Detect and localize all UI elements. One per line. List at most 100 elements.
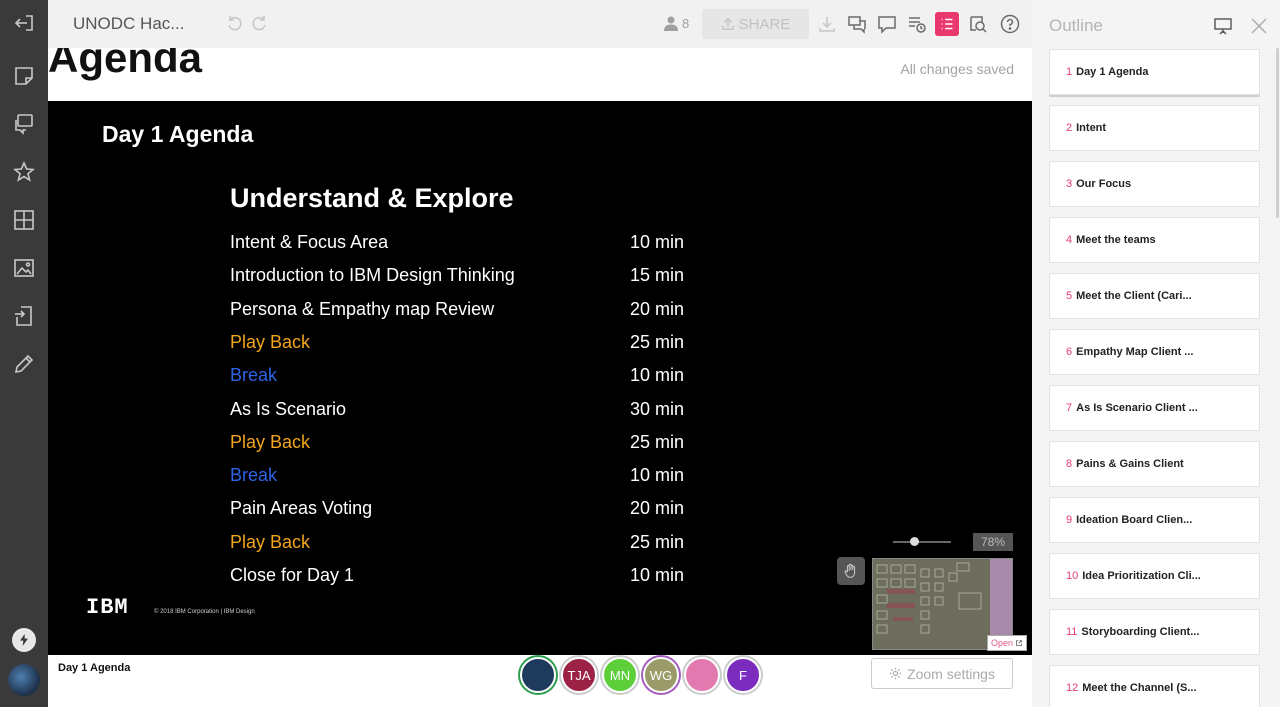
- zoom-slider-track[interactable]: [893, 541, 951, 543]
- agenda-row: Play Back 25 min: [230, 432, 690, 458]
- agenda-activity: Persona & Empathy map Review: [230, 298, 495, 319]
- comments-icon[interactable]: [875, 12, 899, 36]
- user-avatar[interactable]: [8, 664, 40, 696]
- outline-item-label: Pains & Gains Client: [1076, 458, 1184, 470]
- app-root: UNODC Hac... 8 SHARE Agenda All changes …: [0, 0, 1280, 707]
- templates-star-icon[interactable]: [0, 152, 48, 192]
- outline-title: Outline: [1049, 16, 1103, 35]
- agenda-row: Play Back 25 min: [230, 532, 690, 558]
- agenda-duration: 10 min: [630, 365, 685, 386]
- zoom-slider-handle[interactable]: [910, 537, 919, 546]
- sticky-note-icon[interactable]: [0, 56, 48, 96]
- outline-item[interactable]: 4 Meet the teams: [1049, 217, 1260, 263]
- help-icon[interactable]: [998, 12, 1022, 36]
- outline-item[interactable]: 12 Meet the Channel (S...: [1049, 665, 1260, 707]
- frames-grid-icon[interactable]: [0, 200, 48, 240]
- outline-item-number: 8: [1066, 458, 1073, 470]
- board-canvas[interactable]: Agenda All changes saved Day 1 Agenda Un…: [48, 48, 1032, 655]
- hand-pan-icon[interactable]: [837, 557, 865, 585]
- user-icon: [664, 16, 678, 31]
- online-users[interactable]: 8: [663, 15, 689, 31]
- minimap-preview: [876, 562, 982, 634]
- outline-scrollbar[interactable]: [1276, 48, 1279, 218]
- agenda-activity: Break: [230, 465, 278, 486]
- left-toolbar: [0, 0, 48, 707]
- redo-icon[interactable]: [247, 12, 271, 36]
- outline-panel: Outline 1 Day 1 Agenda 2 Intent 3 Our Focus 4 M…: [1032, 0, 1280, 707]
- collaborator-avatar[interactable]: [520, 657, 556, 693]
- comment-tool-icon[interactable]: [0, 104, 48, 144]
- image-upload-icon[interactable]: [0, 248, 48, 288]
- collaborator-avatar[interactable]: F: [725, 657, 761, 693]
- agenda-activity: Intent & Focus Area: [230, 232, 389, 252]
- chat-icon[interactable]: [845, 12, 869, 36]
- outline-item-label: Ideation Board Clien...: [1076, 514, 1193, 526]
- outline-item-label: Empathy Map Client ...: [1076, 346, 1194, 358]
- agenda-duration: 25 min: [630, 431, 685, 452]
- outline-item[interactable]: 3 Our Focus: [1049, 161, 1260, 207]
- share-button[interactable]: SHARE: [702, 9, 809, 39]
- activity-log-icon[interactable]: [905, 12, 929, 36]
- user-count-value: 8: [682, 15, 690, 31]
- outline-item[interactable]: 2 Intent: [1049, 105, 1260, 151]
- collaborator-avatar[interactable]: TJA: [561, 657, 597, 693]
- gear-icon: [889, 667, 902, 680]
- agenda-row: As Is Scenario 30 min: [230, 399, 690, 425]
- pen-icon[interactable]: [0, 344, 48, 384]
- outline-item-label: Day 1 Agenda: [1076, 66, 1149, 78]
- outline-item-number: 12: [1066, 682, 1079, 694]
- agenda-row: Introduction to IBM Design Thinking 15 mi…: [230, 265, 690, 291]
- download-icon[interactable]: [815, 12, 839, 36]
- outline-item[interactable]: 9 Ideation Board Clien...: [1049, 497, 1260, 543]
- presentation-icon[interactable]: [1213, 16, 1233, 36]
- outline-item[interactable]: 1 Day 1 Agenda: [1049, 49, 1260, 95]
- outline-item-label: Our Focus: [1076, 178, 1132, 190]
- outline-item-number: 11: [1066, 626, 1078, 638]
- search-icon[interactable]: [966, 12, 990, 36]
- exit-board-icon[interactable]: [0, 3, 48, 43]
- upload-icon: [721, 17, 734, 30]
- bolt-icon[interactable]: [12, 628, 36, 652]
- outline-item-number: 1: [1066, 66, 1073, 78]
- outline-item-label: Idea Prioritization Cli...: [1082, 570, 1201, 582]
- section-title: Understand & Explore: [230, 183, 514, 213]
- outline-item-label: Meet the Client (Cari...: [1076, 290, 1192, 302]
- agenda-activity: Break: [230, 365, 278, 386]
- bottom-bar: Day 1 Agenda TJA MN WG F Zoom settings: [48, 655, 1032, 707]
- outline-item-label: Storyboarding Client...: [1081, 626, 1200, 638]
- board-title[interactable]: UNODC Hac...: [73, 14, 184, 34]
- outline-item-number: 9: [1066, 514, 1073, 526]
- agenda-activity: Play Back: [230, 431, 311, 452]
- zoom-settings-label: Zoom settings: [907, 665, 995, 682]
- collaborator-avatar[interactable]: MN: [602, 657, 638, 693]
- agenda-activity: Play Back: [230, 531, 311, 552]
- import-icon[interactable]: [0, 296, 48, 336]
- open-minimap-button[interactable]: Open: [987, 635, 1027, 651]
- collaborator-avatar[interactable]: WG: [643, 657, 679, 693]
- outline-item[interactable]: 8 Pains & Gains Client: [1049, 441, 1260, 487]
- outline-item[interactable]: 6 Empathy Map Client ...: [1049, 329, 1260, 375]
- outline-item[interactable]: 7 As Is Scenario Client ...: [1049, 385, 1260, 431]
- agenda-duration: 20 min: [630, 298, 685, 319]
- share-label: SHARE: [738, 15, 791, 33]
- agenda-duration: 25 min: [630, 531, 685, 552]
- zoom-settings-button[interactable]: Zoom settings: [871, 658, 1013, 689]
- zoom-percentage: 78%: [973, 533, 1013, 551]
- frame-heading: Agenda: [48, 48, 203, 81]
- outline-item[interactable]: 10 Idea Prioritization Cli...: [1049, 553, 1260, 599]
- agenda-activity: Play Back: [230, 331, 311, 352]
- close-icon[interactable]: [1249, 16, 1269, 36]
- agenda-activity: As Is Scenario: [230, 398, 347, 419]
- outline-list-icon[interactable]: [935, 12, 959, 36]
- save-status: All changes saved: [900, 61, 1014, 77]
- agenda-duration: 10 min: [630, 232, 685, 252]
- undo-icon[interactable]: [223, 12, 247, 36]
- outline-item-label: As Is Scenario Client ...: [1076, 402, 1198, 414]
- agenda-row: Intent & Focus Area 10 min: [230, 232, 690, 258]
- outline-item-number: 4: [1066, 234, 1073, 246]
- agenda-duration: 10 min: [630, 465, 685, 486]
- outline-item[interactable]: 5 Meet the Client (Cari...: [1049, 273, 1260, 319]
- collaborator-avatar[interactable]: [684, 657, 720, 693]
- outline-item[interactable]: 11 Storyboarding Client...: [1049, 609, 1260, 655]
- top-bar: UNODC Hac... 8 SHARE: [48, 0, 1032, 48]
